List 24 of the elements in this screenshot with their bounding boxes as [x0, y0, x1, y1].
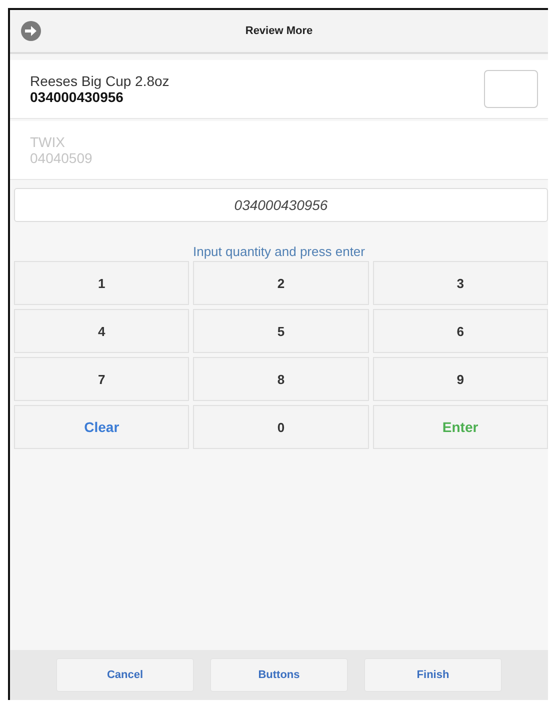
instruction-text: Input quantity and press enter	[192, 244, 366, 259]
keypad-key[interactable]: 7	[14, 357, 190, 401]
footer-button[interactable]: Cancel	[56, 658, 194, 692]
keypad-key[interactable]: 3	[372, 261, 548, 305]
keypad-key[interactable]: 1	[14, 261, 190, 305]
keypad-key[interactable]: 8	[193, 357, 369, 401]
item-name: TWIX	[30, 134, 66, 150]
forward-button[interactable]	[18, 18, 44, 44]
item-name: Reeses Big Cup 2.8oz	[30, 73, 170, 89]
item-code: 04040509	[30, 150, 94, 166]
keypad-key[interactable]: Clear	[14, 405, 190, 449]
list-item[interactable]: Reeses Big Cup 2.8oz 034000430956	[10, 60, 548, 119]
keypad-key[interactable]: 0	[193, 405, 369, 449]
item-code: 034000430956	[30, 89, 124, 105]
keypad-key[interactable]: 9	[372, 357, 548, 401]
keypad-key[interactable]: 5	[193, 309, 369, 353]
keypad-key[interactable]: 4	[14, 309, 190, 353]
keypad-key[interactable]: 6	[372, 309, 548, 353]
scan-field[interactable]: 034000430956	[14, 188, 548, 222]
footer-button[interactable]: Buttons	[210, 658, 348, 692]
screen-title: Review More	[244, 25, 314, 37]
keypad-key[interactable]: 2	[193, 261, 369, 305]
footer-button[interactable]: Finish	[364, 658, 502, 692]
arrow-circle-icon	[20, 20, 42, 42]
